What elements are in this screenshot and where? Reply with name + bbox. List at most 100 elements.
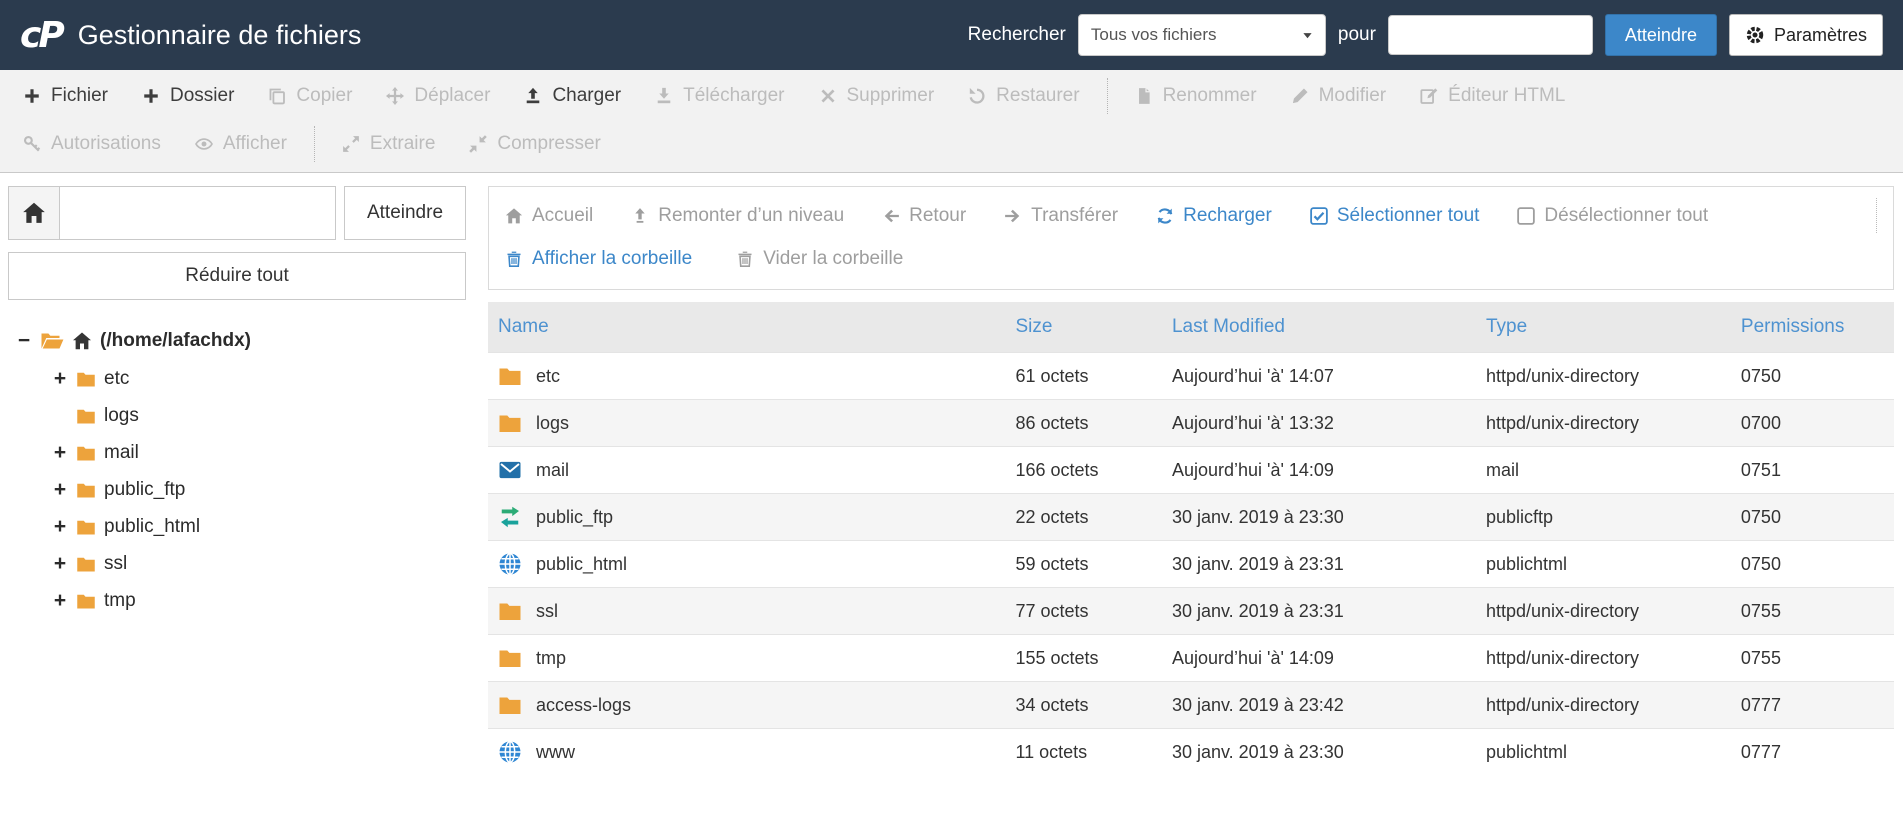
permissions-button[interactable]: Autorisations	[6, 133, 178, 155]
tree-item-mail[interactable]: + mail	[16, 434, 466, 471]
collapse-all-button[interactable]: Réduire tout	[8, 252, 466, 300]
sidebar: Atteindre Réduire tout − (/home/lafachdx…	[0, 173, 474, 619]
table-row-www[interactable]: www 11 octets 30 janv. 2019 à 23:30 publ…	[488, 728, 1894, 775]
file-modified: Aujourd’hui 'à' 14:09	[1161, 634, 1476, 682]
move-label: Déplacer	[414, 85, 491, 106]
tree-item-label: public_html	[104, 515, 201, 537]
tree-item-public_html[interactable]: + public_html	[16, 508, 466, 545]
table-row-etc[interactable]: etc 61 octets Aujourd’hui 'à' 14:07 http…	[488, 352, 1894, 400]
column-header-type[interactable]: Type	[1475, 302, 1731, 353]
column-header-permissions[interactable]: Permissions	[1730, 302, 1894, 353]
extract-button[interactable]: Extraire	[325, 133, 452, 155]
view-trash-link[interactable]: Afficher la corbeille	[505, 248, 692, 270]
table-row-ssl[interactable]: ssl 77 octets 30 janv. 2019 à 23:31 http…	[488, 587, 1894, 635]
file-type: httpd/unix-directory	[1475, 352, 1731, 400]
expand-icon[interactable]: +	[52, 589, 68, 613]
download-button[interactable]: Télécharger	[638, 85, 801, 107]
compress-button[interactable]: Compresser	[452, 133, 617, 155]
file-type: publichtml	[1475, 728, 1731, 775]
edit-button[interactable]: Modifier	[1274, 85, 1404, 107]
nav-forward-label: Transférer	[1031, 204, 1119, 226]
new-folder-button[interactable]: Dossier	[125, 85, 251, 107]
upload-button[interactable]: Charger	[507, 85, 638, 107]
table-row-tmp[interactable]: tmp 155 octets Aujourd’hui 'à' 14:09 htt…	[488, 634, 1894, 682]
file-permissions: 0755	[1730, 587, 1894, 635]
nav-back-link[interactable]: Retour	[882, 205, 966, 227]
search-go-button[interactable]: Atteindre	[1604, 14, 1717, 56]
trash-icon	[505, 250, 523, 268]
nav-divider	[1876, 198, 1877, 233]
file-modified: 30 janv. 2019 à 23:30	[1161, 493, 1476, 541]
search-label: Rechercher	[967, 24, 1066, 45]
tree-item-logs[interactable]: logs	[16, 397, 466, 434]
restore-icon	[968, 87, 986, 105]
view-button[interactable]: Afficher	[178, 133, 304, 155]
folder-tree: − (/home/lafachdx) + etc logs + mail + p…	[8, 322, 466, 619]
gear-icon	[1745, 25, 1765, 45]
expand-icon[interactable]: +	[52, 552, 68, 576]
home-button[interactable]	[8, 186, 60, 240]
settings-button[interactable]: Paramètres	[1728, 14, 1883, 56]
tree-item-root[interactable]: − (/home/lafachdx)	[16, 322, 466, 360]
nav-up-one-level-label: Remonter d’un niveau	[658, 204, 845, 226]
table-row-access-logs[interactable]: access-logs 34 octets 30 janv. 2019 à 23…	[488, 681, 1894, 729]
file-modified: 30 janv. 2019 à 23:42	[1161, 681, 1476, 729]
table-row-public_ftp[interactable]: public_ftp 22 octets 30 janv. 2019 à 23:…	[488, 493, 1894, 541]
delete-label: Supprimer	[846, 85, 935, 106]
expand-icon[interactable]: +	[52, 441, 68, 465]
copy-button[interactable]: Copier	[251, 85, 369, 107]
nav-select-all-link[interactable]: Sélectionner tout	[1310, 205, 1479, 227]
pencil-icon	[1291, 87, 1309, 105]
table-row-logs[interactable]: logs 86 octets Aujourd’hui 'à' 13:32 htt…	[488, 399, 1894, 447]
file-modified: 30 janv. 2019 à 23:30	[1161, 728, 1476, 775]
collapse-icon[interactable]: −	[16, 329, 32, 353]
delete-x-icon	[819, 87, 837, 105]
new-file-button[interactable]: Fichier	[6, 85, 125, 107]
empty-trash-link[interactable]: Vider la corbeille	[736, 248, 903, 270]
search-scope-select[interactable]: Tous vos fichiers	[1077, 14, 1326, 56]
path-input[interactable]	[60, 186, 336, 240]
arrow-left-icon	[882, 207, 900, 225]
tree-item-label: etc	[104, 367, 130, 389]
restore-button[interactable]: Restaurer	[951, 85, 1096, 107]
column-header-size[interactable]: Size	[1005, 302, 1162, 353]
rename-button[interactable]: Renommer	[1118, 85, 1274, 107]
goto-button[interactable]: Atteindre	[344, 186, 466, 240]
nav-reload-link[interactable]: Recharger	[1156, 205, 1272, 227]
expand-icon[interactable]: +	[52, 478, 68, 502]
tree-item-label: logs	[104, 404, 139, 426]
file-permissions: 0777	[1730, 728, 1894, 775]
tree-item-etc[interactable]: + etc	[16, 360, 466, 397]
nav-home-label: Accueil	[532, 204, 594, 226]
delete-button[interactable]: Supprimer	[802, 85, 952, 107]
file-modified: Aujourd’hui 'à' 13:32	[1161, 399, 1476, 447]
nav-deselect-all-link[interactable]: Désélectionner tout	[1517, 205, 1708, 227]
search-preposition-label: pour	[1337, 24, 1376, 45]
table-row-mail[interactable]: mail 166 octets Aujourd’hui 'à' 14:09 ma…	[488, 446, 1894, 494]
tree-item-tmp[interactable]: + tmp	[16, 582, 466, 619]
search-input[interactable]	[1387, 15, 1593, 55]
level-up-icon	[631, 207, 649, 225]
checkbox-empty-icon	[1517, 207, 1535, 225]
expand-icon[interactable]: +	[52, 515, 68, 539]
plus-icon	[142, 87, 160, 105]
file-size: 59 octets	[1005, 540, 1162, 588]
expand-icon[interactable]: +	[52, 367, 68, 391]
nav-up-one-level-link[interactable]: Remonter d’un niveau	[631, 205, 844, 227]
checkbox-checked-icon	[1310, 207, 1328, 225]
file-table-header-row: Name Size Last Modified Type Permissions	[488, 302, 1894, 353]
tree-item-ssl[interactable]: + ssl	[16, 545, 466, 582]
move-button[interactable]: Déplacer	[369, 85, 507, 107]
file-name: access-logs	[536, 694, 632, 715]
nav-forward-link[interactable]: Transférer	[1004, 205, 1118, 227]
column-header-name[interactable]: Name	[488, 302, 1006, 353]
table-row-public_html[interactable]: public_html 59 octets 30 janv. 2019 à 23…	[488, 540, 1894, 588]
nav-home-link[interactable]: Accueil	[505, 205, 593, 227]
content-area: Atteindre Réduire tout − (/home/lafachdx…	[0, 173, 1903, 775]
download-icon	[655, 87, 673, 105]
toolbar-divider	[313, 126, 315, 162]
column-header-last-modified[interactable]: Last Modified	[1161, 302, 1476, 353]
globe-icon	[498, 552, 522, 576]
tree-item-public_ftp[interactable]: + public_ftp	[16, 471, 466, 508]
html-editor-button[interactable]: Éditeur HTML	[1403, 85, 1582, 107]
